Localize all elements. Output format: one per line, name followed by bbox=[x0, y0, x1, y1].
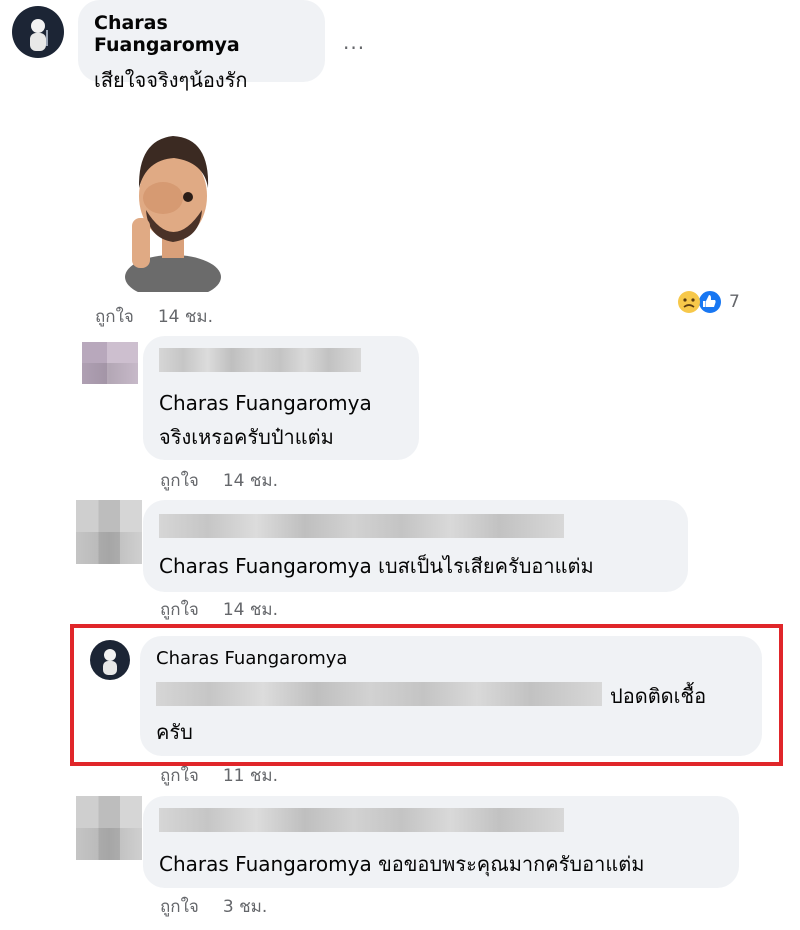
mention-link[interactable]: Charas Fuangaromya bbox=[159, 852, 372, 876]
comment-author[interactable]: Charas Fuangaromya bbox=[94, 12, 309, 56]
redacted-name bbox=[159, 514, 564, 538]
reaction-count: 7 bbox=[729, 292, 740, 312]
comment-text: เสียใจจริงๆน้องรัก bbox=[94, 68, 248, 92]
timestamp[interactable]: 14 ชม. bbox=[223, 600, 278, 620]
comment-text: Charas Fuangaromya เบสเป็นไรเสียครับอาแต… bbox=[159, 554, 594, 578]
like-reaction-icon bbox=[697, 289, 723, 315]
comment-meta: ถูกใจ 3 ชม. bbox=[160, 893, 291, 920]
avatar[interactable] bbox=[82, 342, 138, 384]
comment-bubble: Charas Fuangaromya ขอขอบพระคุณมากครับอาแ… bbox=[143, 796, 739, 888]
like-link[interactable]: ถูกใจ bbox=[160, 897, 199, 917]
timestamp[interactable]: 14 ชม. bbox=[158, 307, 213, 327]
like-link[interactable]: ถูกใจ bbox=[160, 600, 199, 620]
more-options-icon[interactable]: ... bbox=[343, 30, 365, 54]
timestamp[interactable]: 11 ชม. bbox=[223, 766, 278, 786]
comment-meta: ถูกใจ 14 ชม. bbox=[160, 596, 302, 623]
comment-bubble: Charas Fuangaromya เสียใจจริงๆน้องรัก bbox=[78, 0, 325, 92]
comment-bubble: Charas Fuangaromya จริงเหรอครับป๋าแต่ม bbox=[143, 336, 419, 460]
like-link[interactable]: ถูกใจ bbox=[95, 307, 134, 327]
facepalm-avatar-sticker bbox=[118, 122, 228, 299]
timestamp[interactable]: 14 ชม. bbox=[223, 471, 278, 491]
redacted-name bbox=[159, 808, 564, 832]
comment-text: Charas Fuangaromya จริงเหรอครับป๋าแต่ม bbox=[159, 386, 403, 454]
mention-link[interactable]: Charas Fuangaromya bbox=[159, 554, 372, 578]
mention-link[interactable]: Charas Fuangaromya bbox=[159, 386, 403, 420]
reaction-summary[interactable]: 7 bbox=[678, 288, 740, 316]
avatar[interactable] bbox=[12, 6, 64, 58]
comment-meta: ถูกใจ 14 ชม. bbox=[95, 303, 237, 330]
like-link[interactable]: ถูกใจ bbox=[160, 766, 199, 786]
avatar[interactable] bbox=[76, 796, 142, 860]
comment-bubble: Charas Fuangaromya เบสเป็นไรเสียครับอาแต… bbox=[143, 500, 688, 592]
sad-reaction-icon bbox=[678, 291, 700, 313]
comment-meta: ถูกใจ 11 ชม. bbox=[160, 762, 302, 789]
like-link[interactable]: ถูกใจ bbox=[160, 471, 199, 491]
comment-meta: ถูกใจ 14 ชม. bbox=[160, 467, 302, 494]
redacted-name bbox=[159, 348, 361, 372]
avatar[interactable] bbox=[76, 500, 142, 564]
red-highlight-box bbox=[70, 624, 783, 766]
comment-text: Charas Fuangaromya ขอขอบพระคุณมากครับอาแ… bbox=[159, 852, 645, 876]
timestamp[interactable]: 3 ชม. bbox=[223, 897, 267, 917]
